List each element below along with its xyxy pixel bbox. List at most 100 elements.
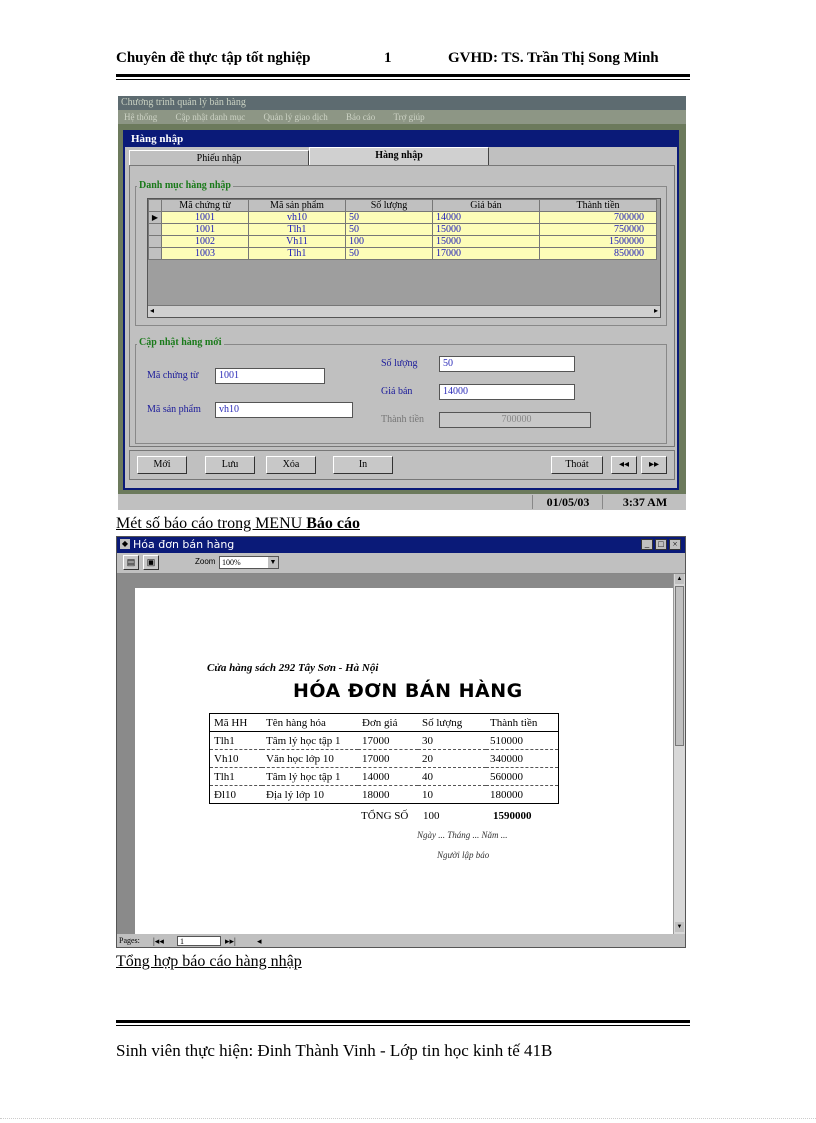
hang-nhap-grid: Mã chứng từ Mã sản phẩm Số lượng Giá bán… [147, 198, 661, 318]
screenshot-hang-nhap: Chương trình quản lý bán hàng Hệ thống C… [118, 96, 686, 510]
thanh-tien-label: Thành tiền [381, 414, 425, 425]
page-number: 1 [384, 50, 392, 66]
thanh-tien-input: 700000 [439, 412, 591, 428]
ma-chung-tu-label: Mã chứng từ [147, 370, 199, 381]
hang-nhap-window: Hàng nhập Phiếu nhập Hàng nhập Danh mục … [123, 130, 679, 490]
print-button[interactable]: In [333, 456, 393, 474]
invoice-table-box: Mã HH Tên hàng hóa Đơn giá Số lượng Thàn… [209, 713, 559, 804]
report-navigation: Pages: |◂◂ 1 ▸▸| ◂ [117, 934, 685, 947]
col-ma-chung-tu[interactable]: Mã chứng từ [161, 199, 249, 212]
next-record-button[interactable]: ▸▸ [641, 456, 667, 474]
menu-bar: Hệ thống Cập nhật danh mục Quản lý giao … [118, 110, 686, 124]
footer-rule-thin [116, 1025, 690, 1026]
report-vscroll[interactable]: ▲ ▼ [673, 574, 685, 934]
total-label: TỔNG SỐ [361, 810, 409, 822]
table-row[interactable]: 1001 Tlh1 50 15000 750000 [148, 223, 657, 236]
total-quantity: 100 [423, 810, 440, 822]
row-selector[interactable] [148, 247, 162, 260]
report-page: Cửa hàng sách 292 Tây Sơn - Hà Nội HÓA Đ… [135, 588, 673, 934]
signer-label: Người lập báo [437, 850, 490, 860]
date-line: Ngày ... Tháng ... Năm ... [417, 830, 508, 840]
hscroll-left-icon[interactable]: ◂ [257, 934, 262, 947]
grid-hscroll[interactable]: ◂ ▸ [148, 305, 660, 317]
close-icon[interactable]: × [669, 539, 681, 550]
print-icon[interactable]: ▤ [123, 555, 139, 570]
invoice-row: Tlh1 Tâm lý học tập 1 14000 40 560000 [210, 767, 558, 786]
gia-ban-label: Giá bán [381, 386, 413, 397]
export-icon[interactable]: ▣ [143, 555, 159, 570]
scroll-up-icon[interactable]: ▲ [675, 574, 684, 584]
window-title: Hàng nhập [125, 132, 677, 147]
table-row[interactable]: ▶ 1001 vh10 50 14000 700000 [148, 211, 657, 224]
report-toolbar: ▤ ▣ Zoom 100% ▼ [117, 553, 685, 574]
scroll-right-icon[interactable]: ▸ [654, 306, 658, 315]
caption-summary: Tổng hợp báo cáo hàng nhập [116, 953, 302, 970]
exit-button[interactable]: Thoát [551, 456, 603, 474]
ma-san-pham-input[interactable]: vh10 [215, 402, 353, 418]
store-name: Cửa hàng sách 292 Tây Sơn - Hà Nội [207, 662, 379, 674]
scroll-down-icon[interactable]: ▼ [675, 922, 684, 932]
header-rule-thin [116, 79, 690, 80]
tab-phieu-nhap[interactable]: Phiếu nhập [129, 150, 309, 166]
invoice-heading: HÓA ĐƠN BÁN HÀNG [293, 680, 523, 702]
invoice-row: Vh10 Văn học lớp 10 17000 20 340000 [210, 749, 558, 768]
report-window-title: Hóa đơn bán hàng [117, 537, 685, 553]
minimize-icon[interactable]: _ [641, 539, 653, 550]
page-input[interactable]: 1 [177, 936, 221, 946]
table-row[interactable]: 1002 Vh11 100 15000 1500000 [148, 235, 657, 248]
menu-tro-giup[interactable]: Trợ giúp [393, 112, 424, 122]
so-luong-input[interactable]: 50 [439, 356, 575, 372]
tab-hang-nhap[interactable]: Hàng nhập [309, 147, 489, 166]
app-icon: ◆ [120, 539, 130, 549]
maximize-icon[interactable]: □ [655, 539, 667, 550]
col-gia-ban[interactable]: Giá bán [432, 199, 540, 212]
status-time: 3:37 AM [602, 495, 686, 509]
app-title: Chương trình quản lý bán hàng [118, 96, 686, 110]
invoice-row: Đl10 Địa lý lớp 10 18000 10 180000 [214, 788, 523, 801]
scroll-left-icon[interactable]: ◂ [150, 306, 154, 315]
menu-bao-cao[interactable]: Báo cáo [346, 112, 375, 122]
header-left: Chuyên đề thực tập tốt nghiệp [116, 50, 311, 66]
zoom-select[interactable]: 100% ▼ [219, 556, 279, 569]
footer-rule [116, 1020, 690, 1023]
zoom-label: Zoom [195, 557, 216, 566]
grid-group-label: Danh mục hàng nhập [137, 180, 233, 191]
table-row[interactable]: 1003 Tlh1 50 17000 850000 [148, 247, 657, 260]
row-selector-icon[interactable]: ▶ [148, 211, 162, 224]
caption-reports: Mét số báo cáo trong MENU Báo cáo [116, 515, 360, 532]
ma-san-pham-label: Mã sản phẩm [147, 404, 201, 415]
invoice-row: Tlh1 Tâm lý học tập 1 17000 30 510000 [210, 731, 558, 750]
report-canvas: Cửa hàng sách 292 Tây Sơn - Hà Nội HÓA Đ… [117, 574, 673, 934]
menu-giao-dich[interactable]: Quản lý giao dịch [263, 112, 327, 122]
grid-header: Mã chứng từ Mã sản phẩm Số lượng Giá bán… [148, 199, 657, 212]
ma-chung-tu-input[interactable]: 1001 [215, 368, 325, 384]
prev-record-button[interactable]: ◂◂ [611, 456, 637, 474]
so-luong-label: Số lượng [381, 358, 418, 369]
row-selector[interactable] [148, 235, 162, 248]
grid-table: Mã chứng từ Mã sản phẩm Số lượng Giá bán… [148, 199, 657, 260]
delete-button[interactable]: Xóa [266, 456, 316, 474]
header-right: GVHD: TS. Trần Thị Song Minh [448, 50, 659, 66]
status-date: 01/05/03 [532, 495, 603, 509]
col-ma-san-pham[interactable]: Mã sản phẩm [248, 199, 346, 212]
new-button[interactable]: Mới [137, 456, 187, 474]
invoice-table: Mã HH Tên hàng hóa Đơn giá Số lượng Thàn… [210, 714, 558, 803]
form-group-label: Cập nhật hàng mới [137, 337, 224, 348]
pages-label: Pages: [119, 936, 140, 945]
col-so-luong[interactable]: Số lượng [345, 199, 433, 212]
chevron-down-icon[interactable]: ▼ [268, 557, 278, 568]
gia-ban-input[interactable]: 14000 [439, 384, 575, 400]
screenshot-hoa-don: Hóa đơn bán hàng ◆ _ □ × ▤ ▣ Zoom 100% ▼… [116, 536, 686, 948]
menu-cap-nhat[interactable]: Cập nhật danh mục [176, 112, 246, 122]
menu-he-thong[interactable]: Hệ thống [124, 112, 157, 122]
last-page-icon[interactable]: ▸▸| [225, 934, 236, 947]
first-page-icon[interactable]: |◂◂ [153, 934, 164, 947]
header-rule [116, 74, 690, 77]
page-edge [0, 1118, 816, 1119]
row-selector[interactable] [148, 223, 162, 236]
scroll-thumb[interactable] [675, 586, 684, 746]
footer-text: Sinh viên thực hiện: Đinh Thành Vinh - L… [116, 1041, 553, 1060]
save-button[interactable]: Lưu [205, 456, 255, 474]
col-thanh-tien[interactable]: Thành tiền [539, 199, 657, 212]
invoice-header-row: Mã HH Tên hàng hóa Đơn giá Số lượng Thàn… [210, 714, 558, 732]
